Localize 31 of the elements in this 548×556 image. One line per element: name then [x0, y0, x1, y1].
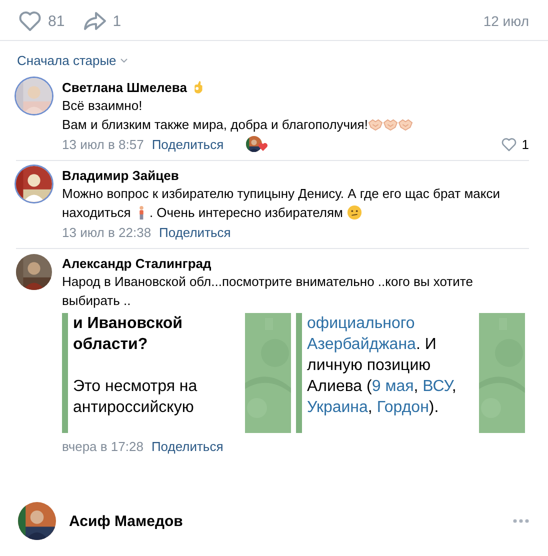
comment-time: 13 июл в 8:57 — [62, 136, 144, 152]
comment-text: Всё взаимно! — [62, 97, 142, 115]
share-count: 1 — [112, 12, 122, 30]
like-count: 81 — [48, 12, 65, 30]
share-link[interactable]: Поделиться — [152, 136, 224, 152]
comment-author[interactable]: Александр Сталинград — [62, 256, 212, 270]
comment-text: находиться — [62, 204, 132, 222]
like-count: 1 — [522, 136, 529, 152]
post-date: 12 июл — [483, 13, 529, 29]
comment-text: . Очень интересно избирателям — [149, 204, 344, 222]
share-icon[interactable] — [82, 11, 107, 31]
sort-dropdown[interactable]: Сначала старые — [17, 53, 128, 68]
handshake-icon — [398, 117, 413, 132]
comment-author[interactable]: Светлана Шмелева — [62, 80, 187, 94]
comment-text: Вам и близким также мира, добра и благополучия! — [62, 116, 368, 134]
thinking-face-icon — [346, 205, 362, 220]
comment-time: вчера в 17:28 — [62, 438, 144, 454]
post-author[interactable]: Асиф Мамедов — [69, 512, 183, 530]
like-icon[interactable] — [500, 136, 517, 152]
comment-text: выбирать .. — [62, 292, 131, 310]
comment-text: Можно вопрос к избирателю тупицыну Денису. А где его щас брат макси — [62, 185, 500, 203]
comment-author[interactable]: Владимир Зайцев — [62, 168, 179, 182]
caret-icon — [120, 58, 128, 63]
share-link[interactable]: Поделиться — [151, 438, 224, 454]
like-icon[interactable] — [18, 10, 42, 32]
handshake-icon — [382, 117, 398, 132]
handshake-icon — [368, 117, 383, 132]
comment-text: Народ в Ивановской обл...посмотрите внимательно ..кого вы хотите — [62, 273, 473, 291]
comment-time: 13 июл в 22:38 — [62, 224, 152, 240]
more-icon[interactable] — [513, 519, 529, 523]
share-link[interactable]: Поделиться — [159, 224, 231, 240]
